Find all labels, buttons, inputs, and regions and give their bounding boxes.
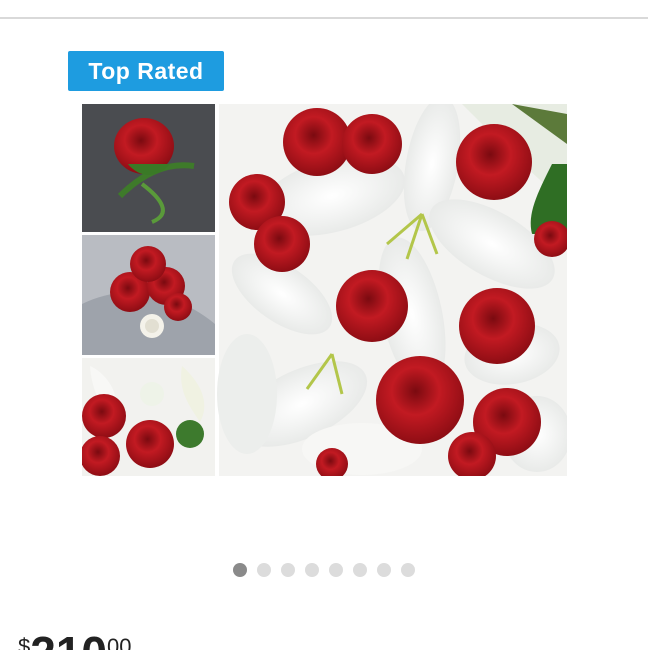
pagination-dot-4[interactable] bbox=[305, 563, 319, 577]
flower-collage-image bbox=[82, 104, 567, 476]
price-whole: 210 bbox=[30, 630, 107, 650]
pagination-dot-2[interactable] bbox=[257, 563, 271, 577]
product-price: $ 210 00 bbox=[18, 630, 131, 650]
pagination-dot-6[interactable] bbox=[353, 563, 367, 577]
header-divider bbox=[0, 17, 648, 19]
pagination-dot-7[interactable] bbox=[377, 563, 391, 577]
product-page: Top Rated $ 00 bbox=[0, 0, 648, 650]
top-rated-badge: Top Rated bbox=[68, 51, 224, 91]
product-image[interactable] bbox=[82, 104, 567, 476]
pagination-dot-5[interactable] bbox=[329, 563, 343, 577]
gallery-pagination bbox=[0, 563, 648, 579]
pagination-dot-3[interactable] bbox=[281, 563, 295, 577]
pagination-dot-1[interactable] bbox=[233, 563, 247, 577]
pagination-dot-8[interactable] bbox=[401, 563, 415, 577]
price-currency: $ bbox=[18, 634, 31, 650]
price-cents: 00 bbox=[107, 634, 132, 650]
